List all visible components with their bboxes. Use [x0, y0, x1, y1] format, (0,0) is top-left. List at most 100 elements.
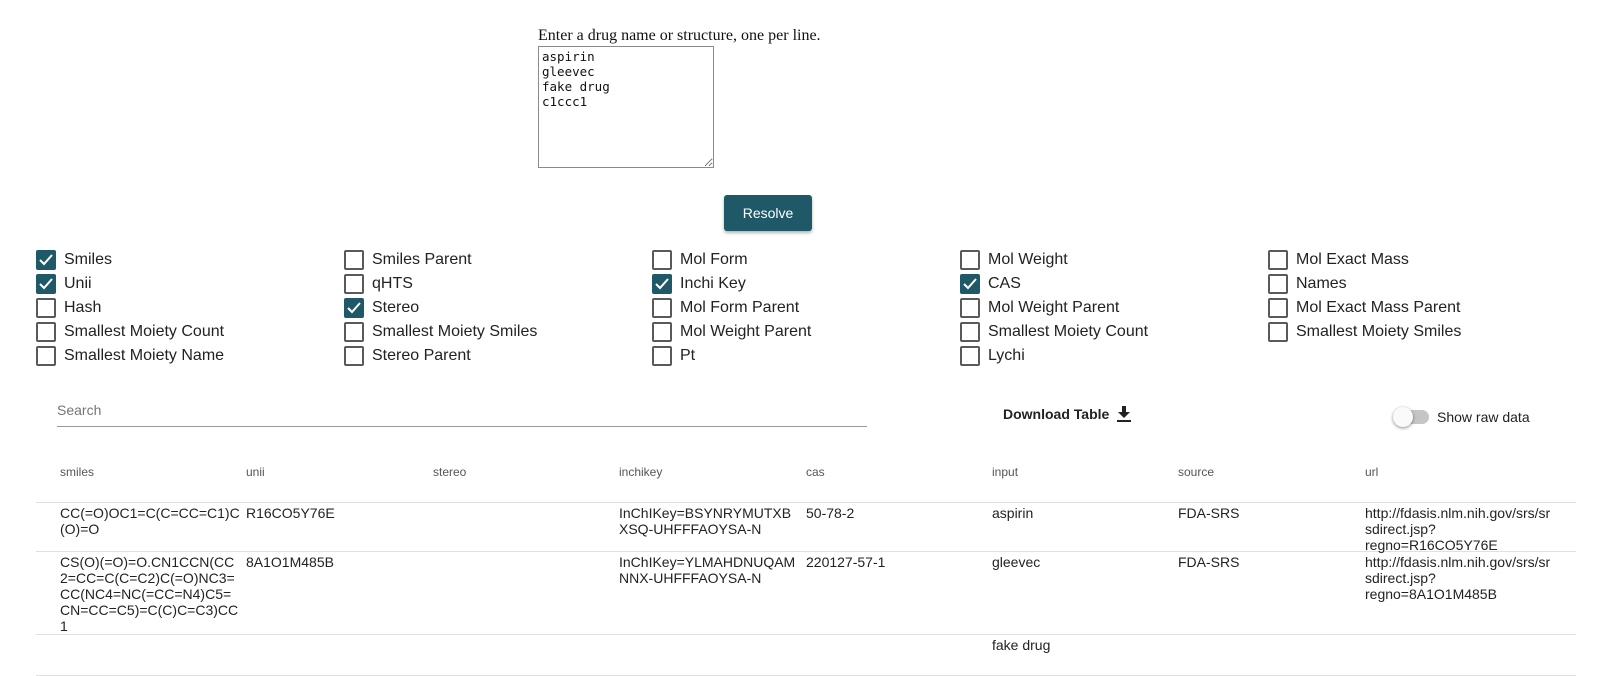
checkbox[interactable] — [652, 346, 672, 366]
option-names[interactable]: Names — [1268, 272, 1347, 296]
column-header-url[interactable]: url — [1365, 465, 1378, 479]
option-pt[interactable]: Pt — [652, 344, 695, 368]
checkbox[interactable] — [960, 346, 980, 366]
checked-checkbox[interactable] — [36, 250, 56, 270]
check-icon — [39, 278, 53, 290]
option-label: Lychi — [988, 347, 1025, 364]
option-mol-exact-mass[interactable]: Mol Exact Mass — [1268, 248, 1409, 272]
checkbox[interactable] — [1268, 322, 1288, 342]
option-qhts[interactable]: qHTS — [344, 272, 413, 296]
option-smallest-moiety-name[interactable]: Smallest Moiety Name — [36, 344, 224, 368]
option-label: Mol Weight Parent — [680, 323, 812, 340]
option-smiles-parent[interactable]: Smiles Parent — [344, 248, 472, 272]
checkbox-row: Unii qHTS Inchi Key CAS Names — [36, 272, 1596, 296]
checkbox[interactable] — [960, 250, 980, 270]
option-mol-form-parent[interactable]: Mol Form Parent — [652, 296, 799, 320]
option-mol-weight-parent[interactable]: Mol Weight Parent — [652, 320, 811, 344]
cell-unii: 8A1O1M485B — [246, 554, 334, 570]
show-raw-data-toggle[interactable] — [1393, 407, 1429, 427]
option-label: Smiles Parent — [372, 251, 472, 268]
option-stereo-parent[interactable]: Stereo Parent — [344, 344, 471, 368]
column-header-cas[interactable]: cas — [806, 465, 825, 479]
checkbox-row: Smallest Moiety Count Smallest Moiety Smi… — [36, 320, 1596, 344]
checkbox[interactable] — [652, 250, 672, 270]
toggle-knob — [1393, 407, 1413, 427]
option-stereo[interactable]: Stereo — [344, 296, 419, 320]
column-header-stereo[interactable]: stereo — [433, 465, 466, 479]
show-raw-data-label: Show raw data — [1437, 409, 1530, 425]
checkbox[interactable] — [344, 274, 364, 294]
checkbox[interactable] — [1268, 274, 1288, 294]
search-input[interactable] — [57, 400, 867, 420]
option-label: Hash — [64, 299, 102, 316]
column-header-source[interactable]: source — [1178, 465, 1214, 479]
option-label: Mol Exact Mass Parent — [1296, 299, 1461, 316]
checkbox-row: Hash Stereo Mol Form Parent Mol Weight Pare… — [36, 296, 1596, 320]
cell-inchikey: InChIKey=BSYNRYMUTXBXSQ-UHFFFAOYSA-N — [619, 505, 792, 537]
checkbox[interactable] — [652, 298, 672, 318]
option-mol-weight[interactable]: Mol Weight — [960, 248, 1068, 272]
column-header-smiles[interactable]: smiles — [60, 465, 94, 479]
column-header-unii[interactable]: unii — [246, 465, 265, 479]
checkbox[interactable] — [1268, 298, 1288, 318]
cell-url[interactable]: http://fdasis.nlm.nih.gov/srs/srsdirect.… — [1365, 554, 1557, 602]
option-smallest-moiety-smiles[interactable]: Smallest Moiety Smiles — [344, 320, 537, 344]
option-smallest-moiety-smiles[interactable]: Smallest Moiety Smiles — [1268, 320, 1461, 344]
option-mol-weight-parent[interactable]: Mol Weight Parent — [960, 296, 1119, 320]
option-mol-exact-mass-parent[interactable]: Mol Exact Mass Parent — [1268, 296, 1461, 320]
checkbox[interactable] — [960, 322, 980, 342]
option-label: qHTS — [372, 275, 413, 292]
option-label: Unii — [64, 275, 92, 292]
option-inchi-key[interactable]: Inchi Key — [652, 272, 746, 296]
option-smallest-moiety-count[interactable]: Smallest Moiety Count — [36, 320, 224, 344]
checkbox[interactable] — [36, 322, 56, 342]
checkbox[interactable] — [652, 322, 672, 342]
checked-checkbox[interactable] — [652, 274, 672, 294]
checkbox[interactable] — [344, 322, 364, 342]
option-smallest-moiety-count[interactable]: Smallest Moiety Count — [960, 320, 1148, 344]
cell-smiles: CS(O)(=O)=O.CN1CCN(CC2=CC=C(C=C2)C(=O)NC… — [60, 554, 239, 634]
column-header-inchikey[interactable]: inchikey — [619, 465, 662, 479]
download-table-label: Download Table — [1003, 406, 1110, 422]
check-icon — [39, 254, 53, 266]
option-lychi[interactable]: Lychi — [960, 344, 1025, 368]
cell-url[interactable]: http://fdasis.nlm.nih.gov/srs/srsdirect.… — [1365, 505, 1557, 553]
checkbox[interactable] — [36, 346, 56, 366]
cell-source: FDA-SRS — [1178, 505, 1240, 521]
checkbox[interactable] — [344, 346, 364, 366]
option-label: Mol Form Parent — [680, 299, 800, 316]
checked-checkbox[interactable] — [344, 298, 364, 318]
check-icon — [963, 278, 977, 290]
option-smiles[interactable]: Smiles — [36, 248, 112, 272]
option-cas[interactable]: CAS — [960, 272, 1021, 296]
check-icon — [655, 278, 669, 290]
option-label: Mol Weight Parent — [988, 299, 1120, 316]
cell-input: fake drug — [992, 637, 1051, 653]
checkbox[interactable] — [344, 250, 364, 270]
option-label: Mol Weight — [988, 251, 1068, 268]
table-row: fake drug — [36, 635, 1576, 676]
table-header-row: smiles unii stereo inchikey cas input source ur… — [36, 455, 1576, 503]
download-table-button[interactable]: Download Table — [1003, 406, 1132, 422]
option-label: Pt — [680, 347, 696, 364]
search-field[interactable] — [57, 400, 867, 427]
field-options-grid: Smiles Smiles Parent Mol Form Mol Weight Mol… — [36, 248, 1596, 368]
option-label: Smallest Moiety Count — [64, 323, 225, 340]
option-hash[interactable]: Hash — [36, 296, 101, 320]
drug-input-textarea[interactable] — [538, 46, 714, 168]
download-icon — [1117, 406, 1132, 422]
option-unii[interactable]: Unii — [36, 272, 92, 296]
checked-checkbox[interactable] — [36, 274, 56, 294]
checkbox[interactable] — [960, 298, 980, 318]
table-row: CC(=O)OC1=C(C=CC=C1)C(O)=O R16CO5Y76E InCh… — [36, 503, 1576, 553]
checkbox[interactable] — [1268, 250, 1288, 270]
table-row: CS(O)(=O)=O.CN1CCN(CC2=CC=C(C=C2)C(=O)NC… — [36, 552, 1576, 635]
checkbox[interactable] — [36, 298, 56, 318]
checked-checkbox[interactable] — [960, 274, 980, 294]
option-mol-form[interactable]: Mol Form — [652, 248, 748, 272]
option-label: Mol Form — [680, 251, 748, 268]
resolve-button[interactable]: Resolve — [724, 195, 812, 231]
column-header-input[interactable]: input — [992, 465, 1018, 479]
checkbox-row: Smiles Smiles Parent Mol Form Mol Weight Mol… — [36, 248, 1596, 272]
results-table: smiles unii stereo inchikey cas input source ur… — [36, 455, 1576, 676]
